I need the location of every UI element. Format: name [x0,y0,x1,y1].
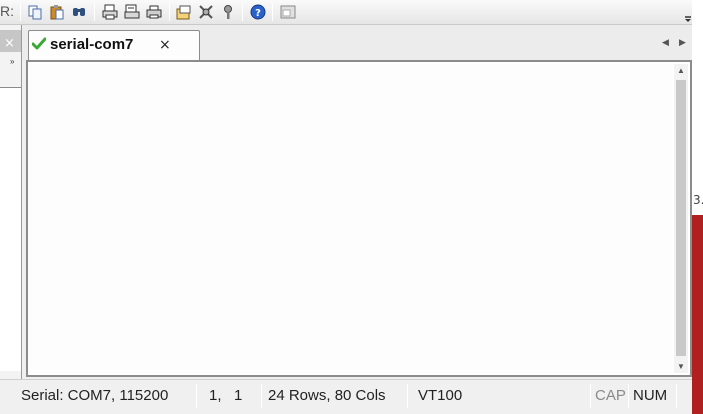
toolbar-separator [20,3,21,21]
background-window: 3. [692,0,703,414]
terminal-frame: ▲ ▼ [26,60,692,377]
status-divider [407,384,408,408]
status-bar: Serial: COM7, 115200 1, 1 24 Rows, 80 Co… [0,379,692,414]
print-setup-icon[interactable] [145,3,163,21]
toolbar: R: ? [0,0,692,25]
global-options-icon[interactable] [197,3,215,21]
session-list[interactable] [0,87,21,371]
keymap-icon[interactable] [219,3,237,21]
toolbar-separator [242,3,243,21]
panel-expand-icon[interactable]: » [10,57,14,66]
status-cursor-position: 1, 1 [209,387,243,404]
status-divider [196,384,197,408]
tab-bar: serial-com7 × ◀ ▶ [22,25,692,61]
tab-scroll-right-icon[interactable]: ▶ [679,37,686,48]
help-icon[interactable]: ? [249,3,267,21]
copy-icon[interactable] [26,3,44,21]
toolbar-overflow-icon[interactable] [684,4,692,23]
terminal-screen[interactable] [30,64,672,373]
scroll-up-icon[interactable]: ▲ [677,66,685,75]
paste-icon[interactable] [48,3,66,21]
app-window: 3. R: [0,0,703,414]
status-divider [261,384,262,408]
panel-header: × [0,30,21,52]
status-emulation: VT100 [418,387,463,404]
status-divider [590,384,591,408]
tab-close-icon[interactable]: × [159,37,171,53]
find-icon[interactable] [70,3,88,21]
svg-text:?: ? [255,8,261,19]
status-connection: Serial: COM7, 115200 [21,387,169,404]
print-selection-icon[interactable] [123,3,141,21]
panel-close-icon[interactable]: × [4,36,15,51]
connected-check-icon [31,37,47,51]
session-options-icon[interactable] [175,3,193,21]
status-caps-lock: CAP [595,387,626,404]
vertical-scrollbar[interactable]: ▲ ▼ [674,64,688,373]
toolbar-separator [169,3,170,21]
background-red-area [692,215,703,414]
status-terminal-size: 24 Rows, 80 Cols [268,387,386,404]
tab-scroll-left-icon[interactable]: ◀ [662,37,669,48]
session-manager-panel: × » [0,25,22,379]
tab-label: serial-com7 [50,36,134,53]
toolbar-separator [272,3,273,21]
status-divider [628,384,629,408]
tab-serial-com7[interactable]: serial-com7 × [28,30,200,61]
status-divider [676,384,677,408]
status-num-lock: NUM [633,387,668,404]
print-icon[interactable] [101,3,119,21]
toolbar-separator [94,3,95,21]
scroll-down-icon[interactable]: ▼ [677,362,685,371]
window-icon[interactable] [279,3,297,21]
toolbar-clipped-label: R: [0,3,14,19]
background-text: 3. [693,193,703,207]
scrollbar-thumb[interactable] [676,80,686,356]
